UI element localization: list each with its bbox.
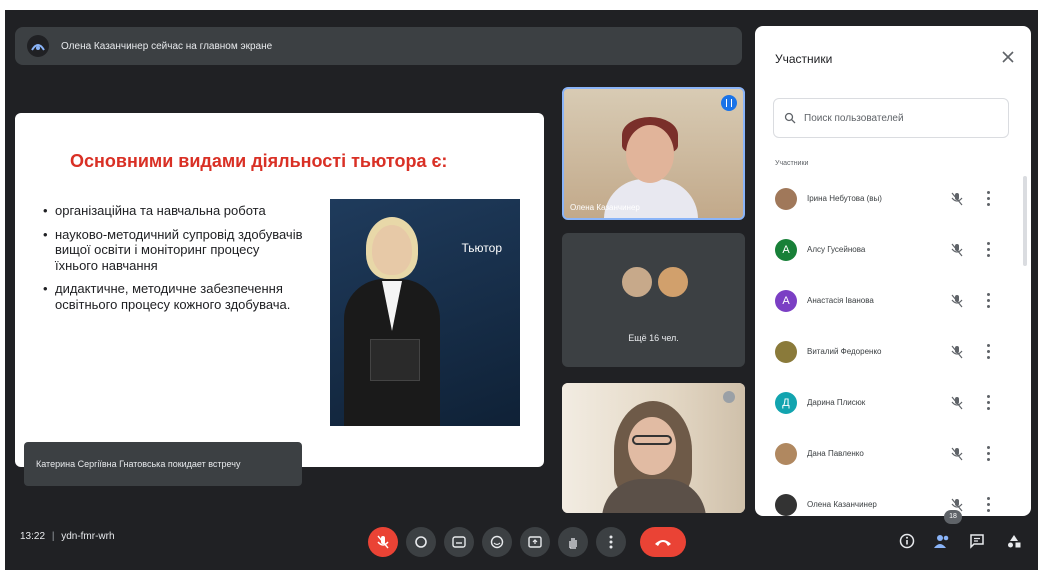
participant-row[interactable]: Олена Казанчинер xyxy=(755,482,1031,516)
section-label: Участники xyxy=(775,160,809,167)
tile-name: Олена Казанчинер xyxy=(570,203,640,212)
captions-icon xyxy=(452,536,466,548)
avatar xyxy=(775,443,797,465)
present-screen-button[interactable] xyxy=(520,527,550,557)
toast-text: Катерина Сергіївна Гнатовська покидает в… xyxy=(36,459,241,469)
others-tile[interactable]: Ещё 16 чел. xyxy=(562,233,745,367)
avatar xyxy=(775,494,797,516)
participant-name: Анастасія Іванова xyxy=(807,296,874,305)
presenter-video-tile[interactable]: Олена Казанчинер xyxy=(562,87,745,220)
meet-present-icon xyxy=(27,35,49,57)
mic-muted-icon[interactable] xyxy=(950,447,964,466)
participant-row[interactable]: A Анастасія Іванова xyxy=(755,278,1031,329)
more-options-button[interactable] xyxy=(596,527,626,557)
mic-toggle-button[interactable] xyxy=(368,527,398,557)
search-icon xyxy=(784,112,796,124)
tutor-caption: Тьютор xyxy=(461,241,503,255)
avatar: Д xyxy=(775,392,797,414)
chat-icon xyxy=(970,534,984,549)
captions-button[interactable] xyxy=(444,527,474,557)
tutor-photo: Тьютор xyxy=(330,199,520,426)
slide-bullet: дидактичне, методичне забезпечення освіт… xyxy=(43,281,303,312)
participant-row[interactable]: Ірина Небутова (вы) xyxy=(755,176,1031,227)
meeting-info: 13:22 | ydn-fmr-wrh xyxy=(20,531,115,542)
slide-title: Основними видами діяльності тьютора є: xyxy=(70,151,448,171)
mic-muted-icon[interactable] xyxy=(950,243,964,262)
presenting-banner-text: Олена Казанчинер сейчас на главном экран… xyxy=(61,40,273,52)
close-icon[interactable] xyxy=(999,48,1017,66)
panel-title: Участники xyxy=(775,52,833,66)
search-placeholder: Поиск пользователей xyxy=(804,112,904,124)
reactions-button[interactable] xyxy=(482,527,512,557)
mic-muted-icon[interactable] xyxy=(950,345,964,364)
hang-up-icon xyxy=(655,540,671,546)
activities-button[interactable] xyxy=(1003,530,1025,552)
more-vert-icon[interactable] xyxy=(987,446,991,462)
clock-time: 13:22 xyxy=(20,531,46,542)
presenting-banner: Олена Казанчинер сейчас на главном экран… xyxy=(15,27,742,65)
participant-name: Дана Павленко xyxy=(807,449,864,458)
more-options-dot-icon[interactable] xyxy=(723,391,735,403)
participant-name: Дарина Плиcюк xyxy=(807,398,866,407)
mic-muted-icon[interactable] xyxy=(950,192,964,211)
more-vert-icon[interactable] xyxy=(987,344,991,360)
avatar xyxy=(775,341,797,363)
avatar xyxy=(620,265,654,299)
participant-name: Ірина Небутова (вы) xyxy=(807,194,882,203)
meeting-code: ydn-fmr-wrh xyxy=(61,531,115,542)
info-icon xyxy=(899,533,915,549)
presentation-slide: Основними видами діяльності тьютора є: о… xyxy=(15,113,544,467)
slide-bullet: науково-методичний супровід здобувачів в… xyxy=(43,227,303,274)
more-vert-icon[interactable] xyxy=(987,242,991,258)
meeting-details-button[interactable] xyxy=(896,530,918,552)
participant-row[interactable]: Дана Павленко xyxy=(755,431,1031,482)
slide-bullets: організаційна та навчальна робота науков… xyxy=(43,203,303,320)
more-vert-icon[interactable] xyxy=(987,395,991,411)
slide-bullet: організаційна та навчальна робота xyxy=(43,203,303,219)
activities-icon xyxy=(1008,535,1021,548)
others-count-label: Ещё 16 чел. xyxy=(628,333,679,343)
people-icon xyxy=(934,535,949,548)
participant-name: Алсу Гусейнова xyxy=(807,245,866,254)
camera-toggle-button[interactable] xyxy=(406,527,436,557)
mic-muted-icon[interactable] xyxy=(950,294,964,313)
scrollbar[interactable] xyxy=(1023,176,1027,266)
hand-icon xyxy=(569,538,577,549)
avatar: A xyxy=(775,290,797,312)
emoji-icon xyxy=(490,535,504,549)
mic-muted-icon[interactable] xyxy=(950,396,964,415)
avatar: A xyxy=(775,239,797,261)
search-input[interactable]: Поиск пользователей xyxy=(773,98,1009,138)
participants-count-badge: 18 xyxy=(944,510,962,524)
separator: | xyxy=(51,531,55,542)
participants-panel: Участники Поиск пользователей Участники … xyxy=(755,26,1031,516)
chat-button[interactable] xyxy=(966,530,988,552)
more-vert-icon[interactable] xyxy=(987,191,991,207)
raise-hand-button[interactable] xyxy=(558,527,588,557)
participant-video-tile[interactable] xyxy=(562,383,745,513)
avatar xyxy=(775,188,797,210)
leave-notification-toast: Катерина Сергіївна Гнатовська покидает в… xyxy=(24,442,302,486)
mic-off-icon xyxy=(377,535,389,549)
participant-name: Олена Казанчинер xyxy=(807,500,877,509)
participant-name: Виталий Федоренко xyxy=(807,347,882,356)
participants-button[interactable] xyxy=(931,530,953,552)
more-vert-icon[interactable] xyxy=(987,497,991,513)
more-vert-icon xyxy=(609,535,613,549)
participant-row[interactable]: Д Дарина Плиcюк xyxy=(755,380,1031,431)
speaking-indicator-icon xyxy=(721,95,737,111)
more-vert-icon[interactable] xyxy=(987,293,991,309)
participant-list: Ірина Небутова (вы) A Алсу Гусейнова A Анаст… xyxy=(755,176,1031,516)
participant-row[interactable]: Виталий Федоренко xyxy=(755,329,1031,380)
avatar xyxy=(656,265,690,299)
present-icon xyxy=(528,536,542,548)
leave-call-button[interactable] xyxy=(640,527,686,557)
participant-row[interactable]: A Алсу Гусейнова xyxy=(755,227,1031,278)
camera-icon xyxy=(415,536,427,548)
